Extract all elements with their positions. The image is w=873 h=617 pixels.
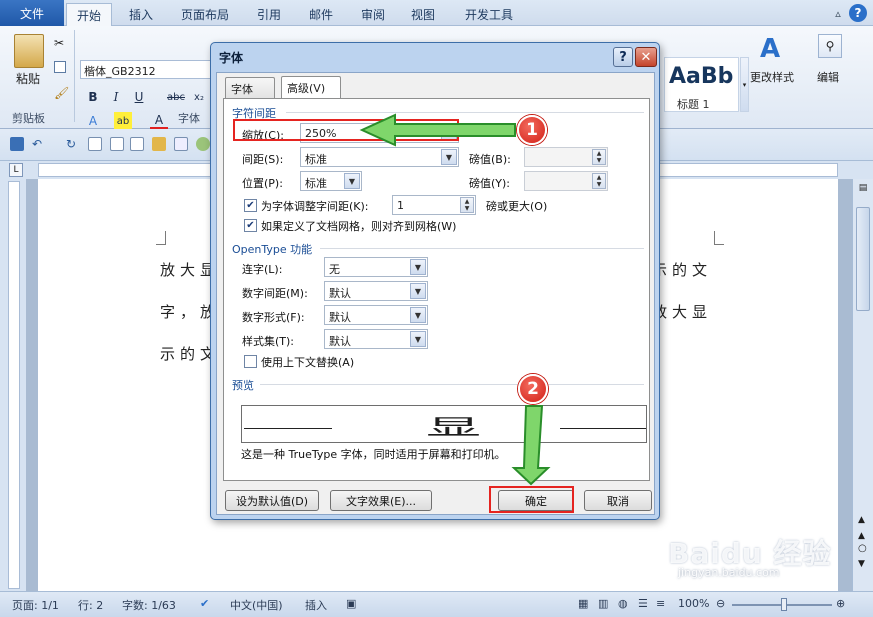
arrow-to-scale [359,113,516,147]
arrow-to-ok [511,405,551,486]
baidu-watermark-url: jingyan.baidu.com [678,566,780,579]
annotation-arrows [359,113,551,486]
step-1-badge: 1 [517,115,547,145]
step-2-badge: 2 [518,374,548,404]
